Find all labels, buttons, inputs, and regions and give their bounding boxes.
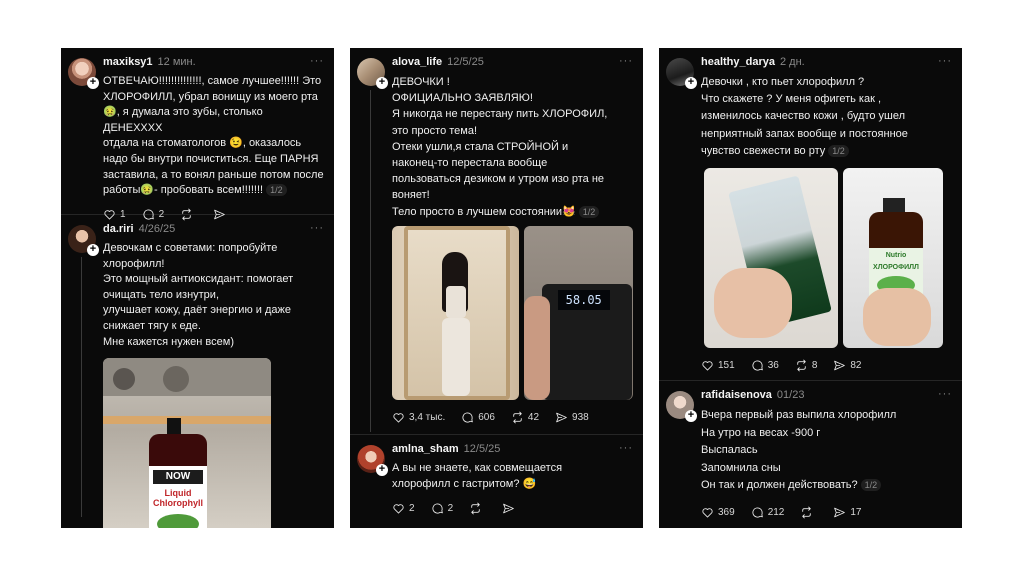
- avatar[interactable]: +: [666, 58, 697, 89]
- post-text: А вы не знаете, как совмещается хлорофил…: [392, 462, 563, 490]
- heart-icon: [392, 411, 405, 424]
- bottle-label: Liquid Chlorophyll: [153, 488, 203, 509]
- repost-button[interactable]: [800, 506, 817, 519]
- username[interactable]: maxiksy1: [103, 56, 153, 68]
- timestamp: 12/5/25: [447, 56, 484, 68]
- like-button[interactable]: 151: [701, 359, 735, 372]
- repost-icon: [795, 359, 808, 372]
- share-button[interactable]: 17: [833, 506, 862, 519]
- username[interactable]: amlna_sham: [392, 443, 459, 455]
- post-text: ОТВЕЧАЮ!!!!!!!!!!!!!!, самое лучшее!!!!!…: [103, 75, 324, 197]
- follow-plus-icon[interactable]: +: [376, 464, 388, 476]
- more-options-icon[interactable]: ···: [310, 222, 324, 234]
- more-options-icon[interactable]: ···: [310, 55, 324, 67]
- post-image-scale[interactable]: 58.05: [523, 225, 633, 400]
- comment-button[interactable]: 36: [751, 359, 779, 372]
- follow-plus-icon[interactable]: +: [87, 77, 99, 89]
- post-image-chlorophyll-bottle[interactable]: NOW Liquid Chlorophyll: [103, 358, 271, 528]
- timestamp: 01/23: [776, 389, 805, 401]
- thread-line: [81, 257, 82, 517]
- comment-button[interactable]: 212: [751, 506, 784, 519]
- scale-display: 58.05: [557, 289, 610, 310]
- repost-icon: [800, 506, 813, 519]
- timestamp: 2 дн.: [779, 56, 805, 68]
- share-button[interactable]: 82: [833, 359, 862, 372]
- thread-line: [370, 90, 371, 432]
- action-bar: 369 212 17: [701, 505, 952, 521]
- post-card-3: + healthy_darya 2 дн. ··· Девочки , кто …: [659, 48, 962, 528]
- post-card-2: + alova_life 12/5/25 ··· ДЕВОЧКИ ! ОФИЦИ…: [350, 48, 643, 528]
- post-healthy-darya[interactable]: + healthy_darya 2 дн. ··· Девочки , кто …: [659, 48, 962, 380]
- post-image-mirror-selfie[interactable]: [392, 225, 519, 400]
- post-text: ДЕВОЧКИ ! ОФИЦИАЛЬНО ЗАЯВЛЯЮ! Я никогда …: [392, 76, 608, 218]
- heart-icon: [701, 359, 714, 372]
- repost-icon: [469, 502, 482, 515]
- username[interactable]: rafidaisenova: [701, 389, 772, 401]
- post-alova-life[interactable]: + alova_life 12/5/25 ··· ДЕВОЧКИ ! ОФИЦИ…: [350, 48, 643, 434]
- avatar[interactable]: +: [666, 391, 697, 422]
- timestamp: 12/5/25: [463, 443, 501, 455]
- comment-icon: [461, 411, 474, 424]
- follow-plus-icon[interactable]: +: [87, 244, 99, 256]
- comment-icon: [431, 502, 444, 515]
- send-icon: [555, 411, 568, 424]
- more-options-icon[interactable]: ···: [938, 55, 952, 67]
- post-da-riri[interactable]: + da.riri 4/26/25 ··· Девочкам с советам…: [61, 215, 334, 528]
- post-text: Девочкам с советами: попробуйте хлорофил…: [103, 242, 294, 348]
- heart-icon: [701, 506, 714, 519]
- page-indicator: 1/2: [860, 479, 882, 492]
- share-button[interactable]: [502, 502, 519, 515]
- post-card-1: + maxiksy1 12 мин. ··· ОТВЕЧАЮ!!!!!!!!!!…: [61, 48, 334, 528]
- timestamp: 12 мин.: [157, 56, 196, 68]
- avatar[interactable]: +: [357, 445, 388, 476]
- bottle-brand: Nutrio: [885, 252, 907, 260]
- comment-icon: [751, 506, 764, 519]
- heart-icon: [392, 502, 405, 515]
- avatar[interactable]: +: [68, 225, 99, 256]
- bottle-brand: NOW: [153, 470, 203, 485]
- page-indicator: 1/2: [266, 184, 287, 197]
- more-options-icon[interactable]: ···: [619, 442, 633, 454]
- send-icon: [833, 359, 846, 372]
- more-options-icon[interactable]: ···: [619, 55, 633, 67]
- username[interactable]: alova_life: [392, 56, 442, 68]
- repost-button[interactable]: [469, 502, 486, 515]
- post-text: Вчера первый раз выпила хлорофилл На утр…: [701, 409, 897, 492]
- username[interactable]: healthy_darya: [701, 56, 775, 68]
- repost-button[interactable]: 8: [795, 359, 817, 372]
- more-options-icon[interactable]: ···: [938, 388, 952, 400]
- comment-button[interactable]: 606: [461, 411, 495, 424]
- timestamp: 4/26/25: [138, 223, 176, 235]
- follow-plus-icon[interactable]: +: [376, 77, 388, 89]
- action-bar: 3,4 тыс. 606 42 938: [392, 410, 633, 426]
- bottle-label: ХЛОРОФИЛЛ: [873, 264, 919, 272]
- share-button[interactable]: 938: [555, 411, 589, 424]
- username[interactable]: da.riri: [103, 223, 134, 235]
- like-button[interactable]: 3,4 тыс.: [392, 411, 445, 424]
- follow-plus-icon[interactable]: +: [685, 77, 697, 89]
- action-bar: 151 36 8 82: [701, 357, 952, 373]
- post-maxiksy1[interactable]: + maxiksy1 12 мин. ··· ОТВЕЧАЮ!!!!!!!!!!…: [61, 48, 334, 214]
- avatar[interactable]: +: [357, 58, 388, 89]
- page-indicator: 1/2: [578, 205, 600, 218]
- avatar[interactable]: +: [68, 58, 99, 89]
- repost-icon: [511, 411, 524, 424]
- page-indicator: 1/2: [828, 144, 849, 157]
- send-icon: [502, 502, 515, 515]
- post-rafidaisenova[interactable]: + rafidaisenova 01/23 ··· Вчера первый р…: [659, 381, 962, 528]
- follow-plus-icon[interactable]: +: [685, 410, 697, 422]
- comment-icon: [751, 359, 764, 372]
- comment-button[interactable]: 2: [431, 502, 453, 515]
- post-image-glass[interactable]: [704, 168, 838, 349]
- post-image-bottle[interactable]: Nutrio ХЛОРОФИЛЛ: [843, 168, 943, 349]
- like-button[interactable]: 2: [392, 502, 415, 515]
- post-amlna-sham[interactable]: + amlna_sham 12/5/25 ··· А вы не знаете,…: [350, 435, 643, 528]
- action-bar: 2 2: [392, 500, 633, 516]
- like-button[interactable]: 369: [701, 506, 735, 519]
- post-text: Девочки , кто пьет хлорофилл ? Что скаже…: [701, 76, 908, 157]
- send-icon: [833, 506, 846, 519]
- repost-button[interactable]: 42: [511, 411, 539, 424]
